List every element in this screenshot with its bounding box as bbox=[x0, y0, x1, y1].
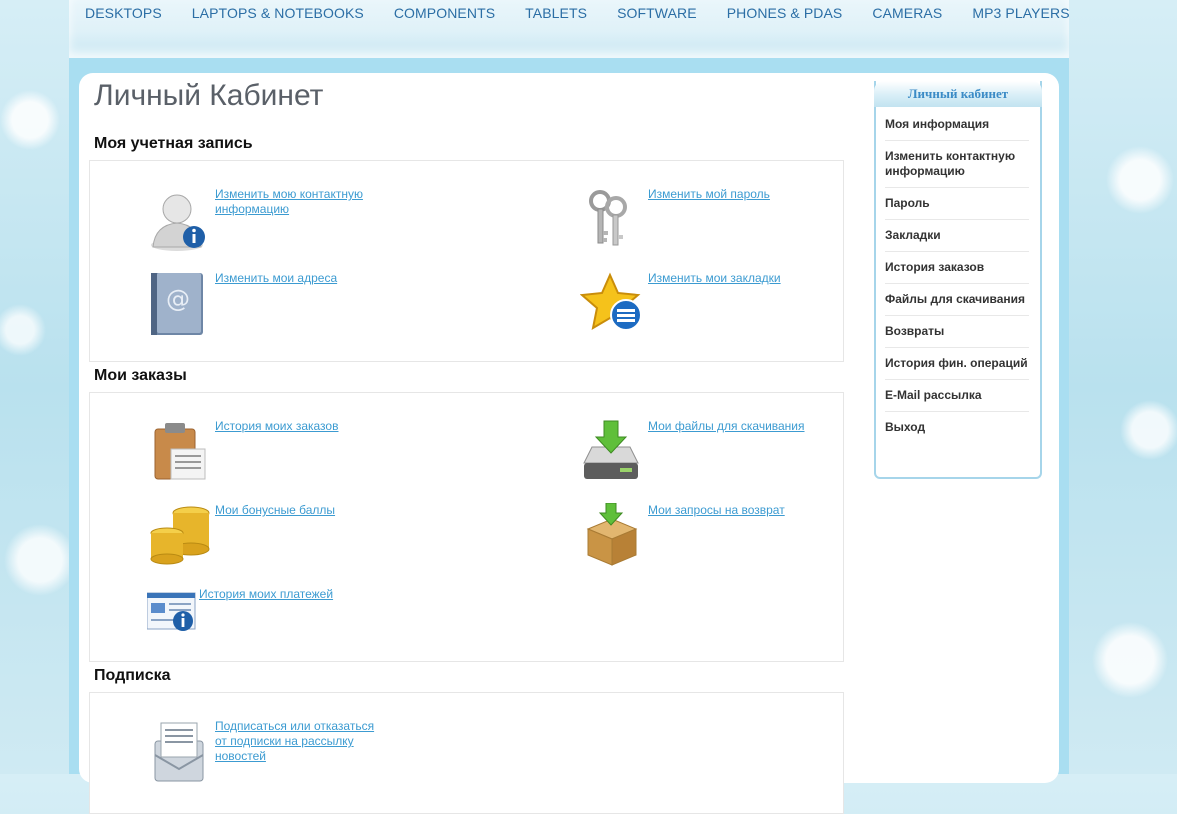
order-history-link[interactable]: История моих заказов bbox=[215, 419, 385, 434]
reward-points-link[interactable]: Мои бонусные баллы bbox=[215, 503, 385, 518]
sidebar-item-logout[interactable]: Выход bbox=[885, 412, 1029, 443]
orders-box: История моих заказов Мои файлы для скачи… bbox=[89, 392, 844, 662]
svg-text:@: @ bbox=[166, 285, 190, 313]
newsletter-icon[interactable] bbox=[147, 719, 213, 785]
top-navigation: Desktops Laptops & Notebooks Components … bbox=[69, 0, 1070, 58]
sidebar-item-returns[interactable]: Возвраты bbox=[885, 316, 1029, 348]
page-title: Личный Кабинет bbox=[94, 79, 324, 112]
star-list-icon[interactable] bbox=[579, 271, 646, 337]
user-info-icon[interactable] bbox=[147, 187, 213, 253]
nav-item-tablets[interactable]: Tablets bbox=[525, 5, 587, 21]
nav-item-mp3[interactable]: MP3 Players bbox=[972, 5, 1069, 21]
sidebar-item-edit-contact[interactable]: Изменить контактную информацию bbox=[885, 141, 1029, 188]
sidebar-item-wishlist[interactable]: Закладки bbox=[885, 220, 1029, 252]
sidebar-item-transactions[interactable]: История фин. операций bbox=[885, 348, 1029, 380]
newsletter-box: Подписаться или отказаться от подписки н… bbox=[89, 692, 844, 814]
account-sidebar: Личный кабинет Моя информация Изменить к… bbox=[874, 81, 1042, 479]
nav-item-software[interactable]: Software bbox=[617, 5, 697, 21]
subscribe-link[interactable]: Подписаться или отказаться от подписки н… bbox=[215, 719, 385, 764]
nav-item-components[interactable]: Components bbox=[394, 5, 495, 21]
section-heading-account: Моя учетная запись bbox=[94, 135, 253, 152]
sidebar-item-newsletter[interactable]: E-Mail рассылка bbox=[885, 380, 1029, 412]
sidebar-item-password[interactable]: Пароль bbox=[885, 188, 1029, 220]
page-wrapper: Desktops Laptops & Notebooks Components … bbox=[69, 0, 1070, 814]
sidebar-header: Личный кабинет bbox=[874, 81, 1042, 107]
main-content: Личный Кабинет Моя учетная запись Измени… bbox=[79, 73, 1059, 814]
downloads-link[interactable]: Мои файлы для скачивания bbox=[648, 419, 818, 434]
address-book-icon[interactable]: @ bbox=[147, 271, 213, 337]
keys-icon[interactable] bbox=[580, 187, 646, 253]
edit-addresses-link[interactable]: Изменить мои адреса bbox=[215, 271, 385, 286]
sidebar-item-my-info[interactable]: Моя информация bbox=[885, 109, 1029, 141]
edit-info-link[interactable]: Изменить мою контактную информацию bbox=[215, 187, 385, 217]
nav-item-laptops[interactable]: Laptops & Notebooks bbox=[192, 5, 364, 21]
return-box-icon[interactable] bbox=[580, 502, 646, 569]
clipboard-icon[interactable] bbox=[147, 419, 213, 485]
nav-item-desktops[interactable]: Desktops bbox=[85, 5, 162, 21]
download-drive-icon[interactable] bbox=[580, 419, 646, 485]
sidebar-item-order-history[interactable]: История заказов bbox=[885, 252, 1029, 284]
section-heading-orders: Мои заказы bbox=[94, 367, 187, 384]
sidebar-item-downloads[interactable]: Файлы для скачивания bbox=[885, 284, 1029, 316]
returns-link[interactable]: Мои запросы на возврат bbox=[648, 503, 818, 518]
sidebar-title: Личный кабинет bbox=[907, 86, 1009, 101]
nav-item-phones[interactable]: Phones & PDAs bbox=[727, 5, 843, 21]
edit-wishlist-link[interactable]: Изменить мои закладки bbox=[648, 271, 818, 286]
coins-icon[interactable] bbox=[147, 503, 213, 569]
section-heading-newsletter: Подписка bbox=[94, 667, 171, 684]
account-box: Изменить мою контактную информацию Измен… bbox=[89, 160, 844, 362]
edit-password-link[interactable]: Изменить мой пароль bbox=[648, 187, 818, 202]
transactions-link[interactable]: История моих платежей bbox=[199, 587, 369, 602]
nav-item-cameras[interactable]: Cameras bbox=[872, 5, 942, 21]
